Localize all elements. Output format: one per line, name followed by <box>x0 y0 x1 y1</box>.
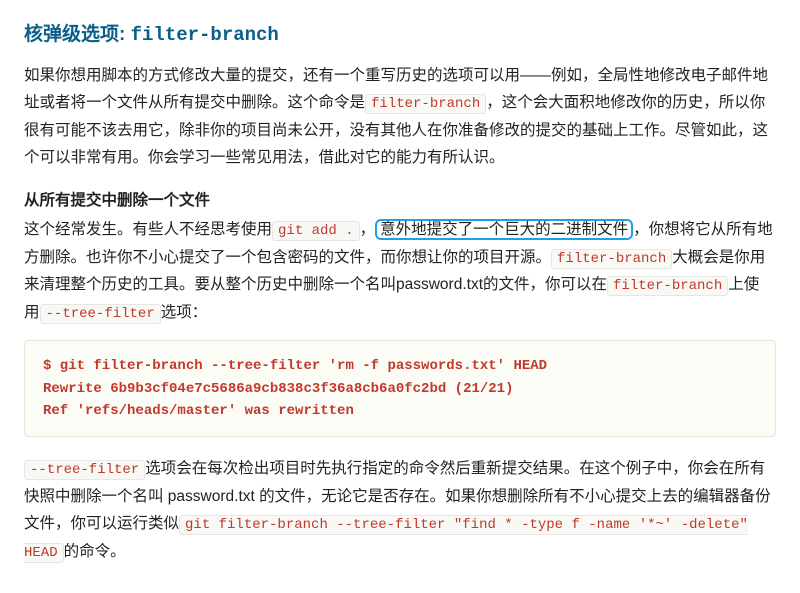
intro-paragraph: 如果你想用脚本的方式修改大量的提交，还有一个重写历史的选项可以用——例如，全局性… <box>24 62 776 171</box>
body-paragraph: 这个经常发生。有些人不经思考使用git add .，意外地提交了一个巨大的二进制… <box>24 216 776 326</box>
text: 的命令。 <box>64 543 126 560</box>
heading-code: filter-branch <box>131 24 279 46</box>
code-filter-branch: filter-branch <box>607 276 728 296</box>
closing-paragraph: --tree-filter选项会在每次检出项目时先执行指定的命令然后重新提交结果… <box>24 455 776 565</box>
code-tree-filter: --tree-filter <box>24 460 145 480</box>
code-git-add: git add . <box>272 221 360 241</box>
code-block: $ git filter-branch --tree-filter 'rm -f… <box>24 340 776 437</box>
code-filter-branch: filter-branch <box>365 94 486 114</box>
code-filter-branch: filter-branch <box>551 249 672 269</box>
text: 选项： <box>161 304 208 321</box>
heading-prefix: 核弹级选项: <box>24 24 131 45</box>
subsection-heading: 从所有提交中删除一个文件 <box>24 187 776 214</box>
section-heading: 核弹级选项: filter-branch <box>24 18 776 52</box>
code-tree-filter: --tree-filter <box>40 304 161 324</box>
highlight-box: 意外地提交了一个巨大的二进制文件 <box>375 219 633 240</box>
text: 这个经常发生。有些人不经思考使用 <box>24 221 272 238</box>
text: ， <box>360 221 376 238</box>
